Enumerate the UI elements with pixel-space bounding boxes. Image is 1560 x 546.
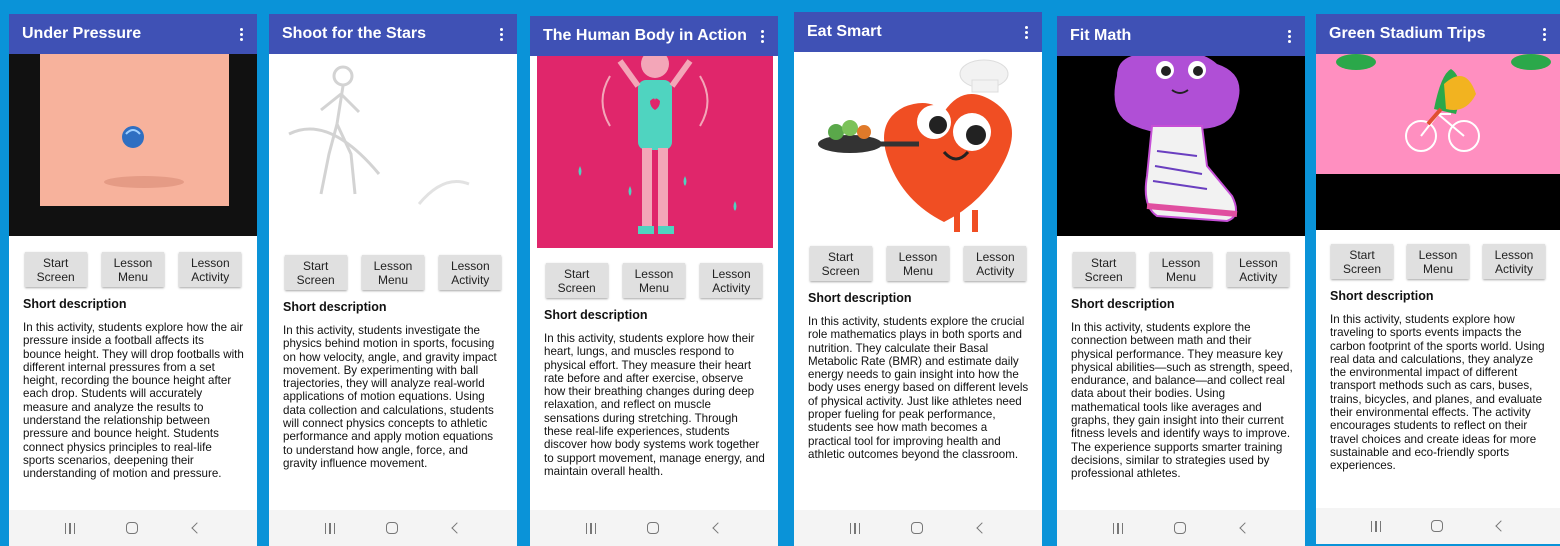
button-row: Start Screen Lesson Menu Lesson Activity <box>1316 244 1560 279</box>
more-vert-icon[interactable] <box>1284 26 1295 47</box>
button-row: Start Screen Lesson Menu Lesson Activity <box>269 255 517 290</box>
back-icon[interactable] <box>976 522 989 534</box>
back-icon[interactable] <box>1239 522 1252 534</box>
activity-image <box>794 52 1042 234</box>
app-bar: Under Pressure <box>9 14 257 54</box>
button-row: Start Screen Lesson Menu Lesson Activity <box>530 263 778 298</box>
lesson-menu-button[interactable]: Lesson Menu <box>622 263 685 298</box>
more-vert-icon[interactable] <box>236 24 247 45</box>
activity-image <box>9 54 257 236</box>
short-description-text: In this activity, students explore how t… <box>544 332 765 478</box>
short-description-text: In this activity, students explore the c… <box>1071 321 1293 481</box>
short-description-heading: Short description <box>1330 289 1434 303</box>
lesson-menu-button[interactable]: Lesson Menu <box>1407 244 1469 279</box>
start-screen-button[interactable]: Start Screen <box>24 252 87 287</box>
more-vert-icon[interactable] <box>757 26 768 47</box>
home-icon[interactable] <box>911 522 924 534</box>
app-bar: Fit Math <box>1057 16 1305 56</box>
more-vert-icon[interactable] <box>1021 22 1032 43</box>
system-nav-bar <box>1316 508 1560 544</box>
brain-sneaker-illustration <box>1057 56 1305 236</box>
phone-screen-green-stadium-trips: Green Stadium Trips Start Screen Lesson … <box>1316 14 1560 544</box>
short-description-heading: Short description <box>23 297 127 311</box>
start-screen-button[interactable]: Start Screen <box>809 246 872 281</box>
activity-image <box>269 54 517 238</box>
app-bar: Eat Smart <box>794 12 1042 52</box>
button-row: Start Screen Lesson Menu Lesson Activity <box>9 252 257 287</box>
recent-apps-icon[interactable] <box>1112 522 1124 534</box>
cyclist-illustration <box>1316 54 1560 230</box>
screen-title: Green Stadium Trips <box>1329 25 1486 42</box>
home-icon[interactable] <box>1174 522 1187 534</box>
back-icon[interactable] <box>451 522 464 534</box>
screen-title: The Human Body in Action <box>543 27 747 44</box>
phone-screen-human-body-in-action: The Human Body in Action Start Screen Le… <box>530 16 778 546</box>
app-bar: Shoot for the Stars <box>269 14 517 54</box>
activity-image <box>1057 56 1305 236</box>
system-nav-bar <box>530 510 778 546</box>
football-drop-illustration <box>40 54 229 206</box>
short-description-text: In this activity, students explore the c… <box>808 315 1029 461</box>
lesson-activity-button[interactable]: Lesson Activity <box>179 252 242 287</box>
recent-apps-icon[interactable] <box>64 522 76 534</box>
heart-chef-illustration <box>794 52 1042 234</box>
button-row: Start Screen Lesson Menu Lesson Activity <box>1057 252 1305 287</box>
lesson-menu-button[interactable]: Lesson Menu <box>361 255 424 290</box>
motion-blur-figure-illustration <box>288 65 470 205</box>
phone-screen-eat-smart: Eat Smart Start Screen Lesson Menu Lesso… <box>794 12 1042 546</box>
lesson-activity-button[interactable]: Lesson Activity <box>439 255 502 290</box>
recent-apps-icon[interactable] <box>1370 520 1382 532</box>
short-description-heading: Short description <box>808 291 912 305</box>
short-description-text: In this activity, students investigate t… <box>283 324 497 470</box>
screen-title: Fit Math <box>1070 27 1132 44</box>
start-screen-button[interactable]: Start Screen <box>1072 252 1135 287</box>
button-row: Start Screen Lesson Menu Lesson Activity <box>794 246 1042 281</box>
home-icon[interactable] <box>1431 520 1444 532</box>
back-icon[interactable] <box>1495 520 1507 532</box>
home-icon[interactable] <box>647 522 660 534</box>
start-screen-button[interactable]: Start Screen <box>1331 244 1393 279</box>
lesson-activity-button[interactable]: Lesson Activity <box>1483 244 1545 279</box>
phone-screen-shoot-for-the-stars: Shoot for the Stars Start Screen Lesson … <box>269 14 517 546</box>
lesson-activity-button[interactable]: Lesson Activity <box>1227 252 1290 287</box>
lesson-menu-button[interactable]: Lesson Menu <box>886 246 949 281</box>
system-nav-bar <box>9 510 257 546</box>
activity-image <box>530 56 778 248</box>
app-bar: The Human Body in Action <box>530 16 778 56</box>
lesson-activity-button[interactable]: Lesson Activity <box>964 246 1027 281</box>
recent-apps-icon[interactable] <box>324 522 336 534</box>
more-vert-icon[interactable] <box>1539 24 1550 45</box>
short-description-heading: Short description <box>1071 297 1175 311</box>
start-screen-button[interactable]: Start Screen <box>545 263 608 298</box>
system-nav-bar <box>794 510 1042 546</box>
lesson-menu-button[interactable]: Lesson Menu <box>1149 252 1212 287</box>
start-screen-button[interactable]: Start Screen <box>284 255 347 290</box>
phone-screen-fit-math: Fit Math Start Screen Lesson Menu Lesson… <box>1057 16 1305 546</box>
back-icon[interactable] <box>712 522 725 534</box>
app-bar: Green Stadium Trips <box>1316 14 1560 54</box>
short-description-text: In this activity, students explore how t… <box>1330 313 1545 473</box>
short-description-heading: Short description <box>544 308 648 322</box>
screen-title: Under Pressure <box>22 25 142 42</box>
short-description-text: In this activity, students explore how t… <box>23 321 244 481</box>
phone-screen-under-pressure: Under Pressure Start Screen Lesson Menu … <box>9 14 257 546</box>
human-body-illustration <box>537 56 773 248</box>
activity-image <box>1316 54 1560 230</box>
lesson-activity-button[interactable]: Lesson Activity <box>700 263 763 298</box>
recent-apps-icon[interactable] <box>849 522 861 534</box>
short-description-heading: Short description <box>283 300 387 314</box>
more-vert-icon[interactable] <box>496 24 507 45</box>
system-nav-bar <box>1057 510 1305 546</box>
home-icon[interactable] <box>126 522 139 534</box>
system-nav-bar <box>269 510 517 546</box>
home-icon[interactable] <box>386 522 399 534</box>
screen-title: Shoot for the Stars <box>282 25 427 42</box>
recent-apps-icon[interactable] <box>585 522 597 534</box>
screen-title: Eat Smart <box>807 23 882 40</box>
back-icon[interactable] <box>191 522 204 534</box>
lesson-menu-button[interactable]: Lesson Menu <box>101 252 164 287</box>
